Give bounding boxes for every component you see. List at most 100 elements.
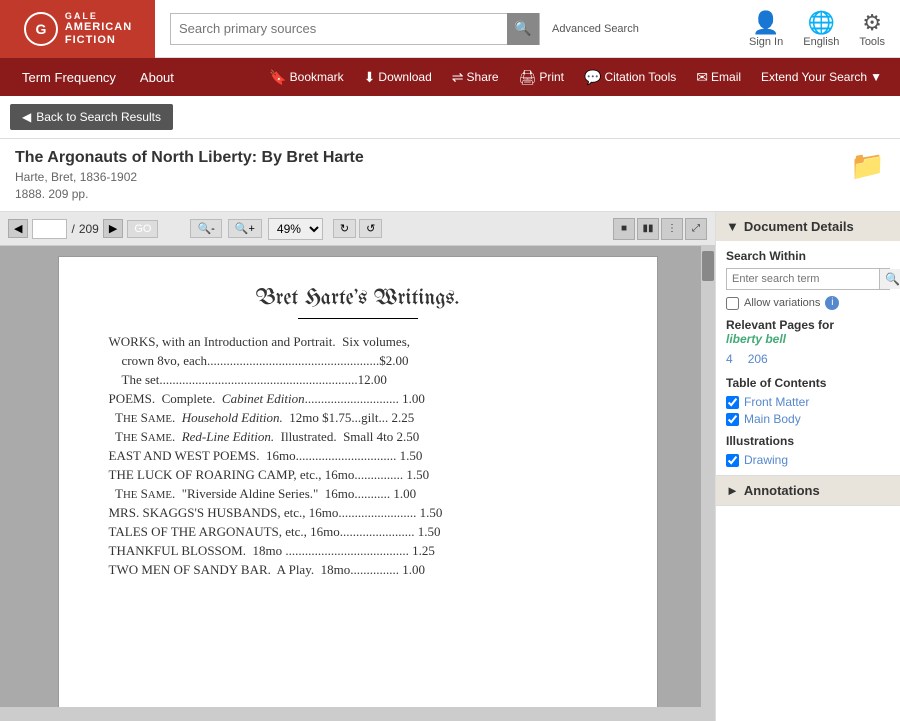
toc-link-front-matter[interactable]: Front Matter	[744, 395, 809, 409]
citation-tools-button[interactable]: 💬 Citation Tools	[576, 58, 684, 96]
tools-button[interactable]: ⚙ Tools	[859, 10, 885, 48]
thumbnail-icon[interactable]: ⋮	[661, 218, 683, 240]
page-text-content: Bret Harte's Writings. WORKS, with an In…	[58, 256, 658, 716]
bookmark-button[interactable]: 🔖 Bookmark	[261, 58, 351, 96]
search-within-icon[interactable]: 🔍	[879, 269, 900, 289]
page-number-input[interactable]: 1	[32, 219, 67, 239]
single-page-icon[interactable]: ■	[613, 218, 635, 240]
illustrations-label: Illustrations	[726, 434, 890, 448]
fullscreen-icon[interactable]: ⤢	[685, 218, 707, 240]
entry-2: The set.................................…	[109, 372, 607, 388]
next-page-button[interactable]: ▶	[103, 219, 123, 238]
two-page-icon[interactable]: ▮▮	[637, 218, 659, 240]
citation-label: Citation Tools	[604, 70, 676, 84]
toc-link-main-body[interactable]: Main Body	[744, 412, 801, 426]
vertical-scrollbar[interactable]	[701, 246, 715, 721]
search-within-input[interactable]	[727, 270, 879, 288]
page-num-2[interactable]: 206	[748, 352, 768, 366]
zoom-in-button[interactable]: 🔍+	[228, 219, 262, 238]
title-divider	[298, 318, 418, 319]
annotations-section: ► Annotations	[716, 476, 900, 506]
entry-10: TALES OF THE ARGONAUTS, etc., 16mo......…	[109, 524, 607, 540]
search-input[interactable]	[171, 21, 507, 36]
print-label: Print	[539, 70, 564, 84]
prev-page-button[interactable]: ◀	[8, 219, 28, 238]
download-icon: ⬇	[364, 69, 376, 86]
english-button[interactable]: 🌐 English	[803, 10, 839, 48]
advanced-search-link[interactable]: Advanced Search	[552, 23, 639, 35]
toc-item-main-body: Main Body	[726, 412, 890, 426]
annotations-header[interactable]: ► Annotations	[716, 476, 900, 505]
download-button[interactable]: ⬇ Download	[356, 58, 440, 96]
bookmark-icon: 🔖	[269, 69, 286, 86]
horizontal-scrollbar[interactable]	[0, 707, 715, 721]
page-title: Bret Harte's Writings.	[109, 287, 607, 310]
back-arrow-icon: ◀	[22, 110, 31, 124]
folder-icon[interactable]: 📁	[850, 149, 885, 182]
refresh-area: ↻ ↺	[333, 219, 382, 238]
nav-term-frequency[interactable]: Term Frequency	[10, 58, 128, 96]
page-num-1[interactable]: 4	[726, 352, 733, 366]
search-within-label: Search Within	[726, 249, 890, 263]
extend-search-arrow: ▼	[870, 70, 882, 84]
extend-search-button[interactable]: Extend Your Search ▼	[753, 58, 890, 96]
search-area: 🔍 Advanced Search	[155, 13, 734, 45]
document-date-pages: 1888. 209 pp.	[15, 187, 364, 201]
relevant-pages-section: Relevant Pages for liberty bell 4 206	[726, 318, 890, 368]
gear-icon: ⚙	[862, 10, 882, 36]
illus-link-drawing[interactable]: Drawing	[744, 453, 788, 467]
nav-about[interactable]: About	[128, 58, 186, 96]
nav-bar: Term Frequency About 🔖 Bookmark ⬇ Downlo…	[0, 58, 900, 96]
viewer-toolbar: ◀ 1 / 209 ▶ GO 🔍- 🔍+ 49% ↻ ↺ ■ ▮▮ ⋮ ⤢	[0, 212, 715, 246]
toc-label: Table of Contents	[726, 376, 890, 390]
entry-12: TWO MEN OF SANDY BAR. A Play. 18mo......…	[109, 562, 607, 578]
email-button[interactable]: ✉ Email	[688, 58, 749, 96]
main-content: ◀ 1 / 209 ▶ GO 🔍- 🔍+ 49% ↻ ↺ ■ ▮▮ ⋮ ⤢	[0, 212, 900, 721]
view-icons: ■ ▮▮ ⋮ ⤢	[613, 218, 707, 240]
gale-logo-icon: G	[23, 11, 59, 47]
search-within-box[interactable]: 🔍	[726, 268, 890, 290]
search-button[interactable]: 🔍	[507, 13, 539, 45]
scroll-handle[interactable]	[702, 251, 714, 281]
back-button[interactable]: ◀ Back to Search Results	[10, 104, 173, 130]
entry-1: crown 8vo, each.........................…	[109, 353, 607, 369]
share-button[interactable]: ⇌ Share	[444, 58, 507, 96]
toc-checkbox-main-body[interactable]	[726, 413, 739, 426]
zoom-select[interactable]: 49%	[268, 218, 323, 240]
sign-in-button[interactable]: 👤 Sign In	[749, 10, 783, 48]
user-icon: 👤	[752, 10, 779, 36]
extend-search-label: Extend Your Search	[761, 70, 867, 84]
back-button-label: Back to Search Results	[36, 110, 161, 124]
annotations-label: Annotations	[744, 483, 820, 498]
relevant-highlight: liberty bell	[726, 332, 786, 346]
allow-variations-checkbox[interactable]	[726, 297, 739, 310]
print-button[interactable]: 🖨 Print	[511, 58, 572, 96]
logo-area[interactable]: G GALE AMERICAN FICTION	[0, 0, 155, 58]
rotate-button[interactable]: ↺	[359, 219, 382, 238]
search-box[interactable]: 🔍	[170, 13, 540, 45]
header-right: 👤 Sign In 🌐 English ⚙ Tools	[734, 10, 900, 48]
entry-3: POEMS. Complete. Cabinet Edition........…	[109, 391, 607, 407]
share-label: Share	[467, 70, 499, 84]
entries-list: WORKS, with an Introduction and Portrait…	[109, 334, 607, 578]
toc-checkbox-front-matter[interactable]	[726, 396, 739, 409]
toolbar-area: 🔖 Bookmark ⬇ Download ⇌ Share 🖨 Print 💬 …	[261, 58, 890, 96]
document-author: Harte, Bret, 1836-1902	[15, 170, 364, 184]
info-icon[interactable]: i	[825, 296, 839, 310]
logo-line2: FICTION	[65, 34, 132, 46]
entry-9: MRS. SKAGGS'S HUSBANDS, etc., 16mo......…	[109, 505, 607, 521]
annotations-arrow-icon: ►	[726, 483, 739, 498]
illus-item-drawing: Drawing	[726, 453, 890, 467]
go-button[interactable]: GO	[127, 220, 158, 238]
sign-in-label: Sign In	[749, 36, 783, 48]
illus-checkbox-drawing[interactable]	[726, 454, 739, 467]
document-details-header[interactable]: ▼ Document Details	[716, 212, 900, 241]
zoom-out-button[interactable]: 🔍-	[190, 219, 221, 238]
svg-text:G: G	[35, 21, 46, 37]
entry-5: THE SAME. Red-Line Edition. Illustrated.…	[109, 429, 607, 445]
document-details-section: ▼ Document Details Search Within 🔍 Allow…	[716, 212, 900, 476]
toc-item-front-matter: Front Matter	[726, 395, 890, 409]
refresh-button[interactable]: ↻	[333, 219, 356, 238]
download-label: Download	[378, 70, 431, 84]
document-title: The Argonauts of North Liberty: By Bret …	[15, 149, 364, 167]
